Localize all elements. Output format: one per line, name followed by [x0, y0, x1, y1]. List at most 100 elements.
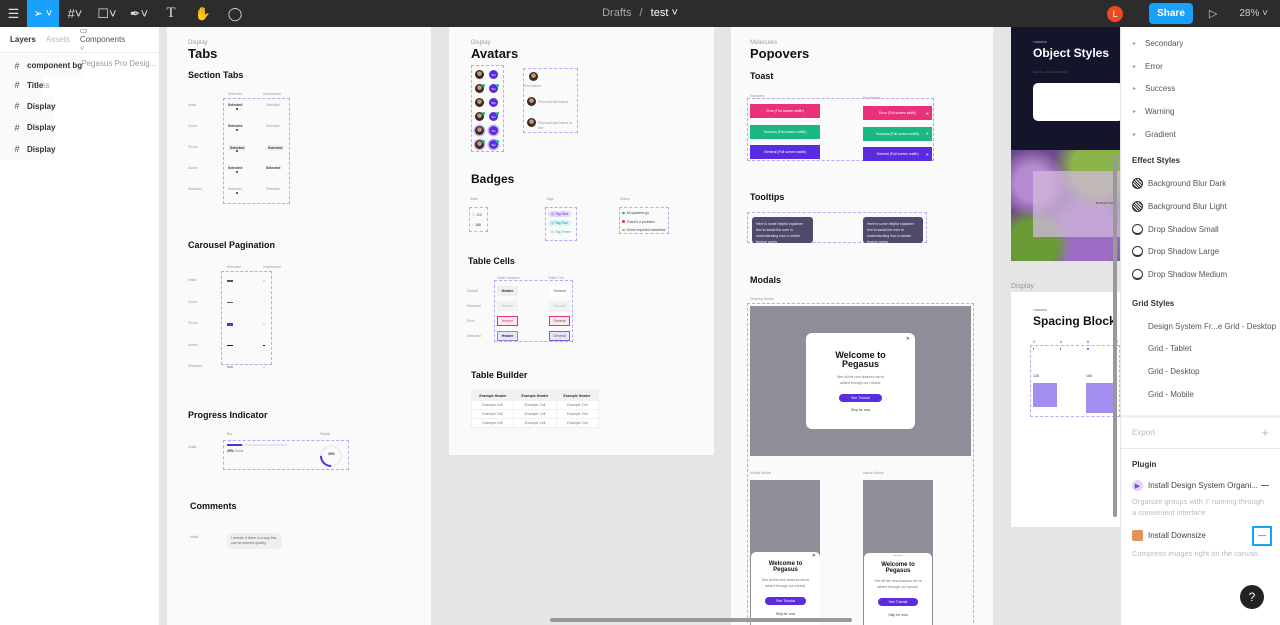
tab-unselected[interactable]: Selected — [266, 124, 280, 128]
table-body-cell[interactable]: General — [549, 331, 570, 341]
effect-style-item[interactable]: Drop Shadow Large — [1121, 241, 1280, 264]
tab-unselected[interactable]: Selected — [266, 187, 280, 191]
canvas[interactable]: Display Tabs Section Tabs Selected Unsel… — [167, 27, 1120, 625]
layer-item[interactable]: # Title — [0, 74, 44, 96]
shape-tool-button[interactable]: ☐˅ — [91, 0, 123, 27]
tab-selected[interactable]: Selected — [228, 124, 242, 128]
color-style-group[interactable]: ▸ Warning — [1121, 100, 1280, 123]
skip-link[interactable]: Skip for now — [751, 612, 820, 616]
carousel-dot-unselected[interactable] — [263, 280, 265, 282]
layer-item[interactable]: # component bg — [0, 55, 83, 77]
see-tutorial-button[interactable]: See Tutorial — [765, 596, 806, 605]
carousel-dot-selected[interactable] — [227, 366, 233, 368]
page-selector[interactable]: ▭ Components ˅ — [80, 26, 149, 53]
zoom-dropdown[interactable]: 28% ˅ — [1239, 8, 1268, 19]
plugin-name[interactable]: Install Design System Organi... — [1148, 481, 1258, 490]
help-button[interactable]: ? — [1240, 585, 1264, 609]
effect-style-item[interactable]: Drop Shadow Small — [1121, 218, 1280, 241]
tab-selected[interactable]: Selected — [228, 103, 242, 107]
color-style-group[interactable]: ▸ Success — [1121, 77, 1280, 100]
table-header-cell[interactable]: Header — [497, 286, 518, 296]
layer-item[interactable]: # Display — [0, 117, 56, 139]
table-cell[interactable]: Example Cell — [513, 410, 555, 418]
table-body-cell[interactable]: General — [549, 316, 570, 326]
tab-unselected[interactable]: Selected — [266, 145, 285, 151]
grid-style-item[interactable]: Grid - Tablet — [1121, 338, 1280, 361]
frame-tool-button[interactable]: #˅ — [59, 0, 91, 27]
color-style-group[interactable]: ▸ Error — [1121, 55, 1280, 78]
table-cell[interactable]: Example Cell — [555, 410, 598, 418]
color-style-group[interactable]: ▸ Gradient — [1121, 123, 1280, 146]
color-style-group[interactable]: ▸ Secondary — [1121, 32, 1280, 55]
carousel-dot-selected[interactable] — [227, 323, 233, 326]
tabs-frame[interactable]: Display Tabs Section Tabs Selected Unsel… — [167, 27, 431, 625]
table-header-cell[interactable]: Header — [497, 331, 518, 341]
table-header-cell[interactable]: Header — [497, 301, 518, 311]
table-body-cell[interactable]: General — [549, 301, 570, 311]
grid-style-item[interactable]: Design System Fr...e Grid - Desktop — [1121, 315, 1280, 338]
close-icon[interactable]: ✕ — [926, 152, 929, 157]
move-tool-button[interactable]: ➢ ˅ — [27, 0, 59, 27]
table-header[interactable]: Example Header — [514, 391, 556, 400]
comment-tool-button[interactable]: ◯ — [219, 0, 251, 27]
close-icon[interactable]: ✕ — [926, 111, 929, 116]
see-tutorial-button[interactable]: See Tutorial — [839, 393, 882, 402]
tab-assets[interactable]: Assets — [46, 35, 70, 44]
main-menu-button[interactable]: ☰ — [0, 0, 27, 27]
skip-link[interactable]: Skip for now — [864, 613, 932, 617]
vertical-scrollbar[interactable] — [1113, 155, 1117, 517]
remove-plugin-button[interactable]: — — [1252, 525, 1272, 546]
grid-style-item[interactable]: Grid - Mobile — [1121, 383, 1280, 406]
add-export-icon[interactable]: + — [1261, 425, 1269, 440]
table-header[interactable]: Example Header — [472, 391, 514, 400]
text-tool-button[interactable]: T — [155, 0, 187, 27]
tab-selected[interactable]: Selected — [228, 166, 242, 170]
horizontal-scrollbar[interactable] — [550, 618, 852, 622]
tab-layers[interactable]: Layers — [10, 35, 36, 44]
carousel-dot-selected[interactable] — [227, 301, 233, 303]
grid-style-item[interactable]: Grid - Desktop — [1121, 360, 1280, 383]
avatars-frame[interactable]: Display Avatars SG SG SG SG SG SG First Name F… — [449, 27, 714, 455]
layer-item[interactable]: # Display — [0, 95, 56, 118]
pen-tool-button[interactable]: ✒˅ — [123, 0, 155, 27]
effect-style-item[interactable]: Background Blur Dark — [1121, 172, 1280, 195]
table-cell[interactable]: Example Cell — [555, 419, 598, 427]
layer-item[interactable]: # Display — [0, 138, 56, 160]
table-cell[interactable]: Example Cell — [472, 401, 513, 409]
drag-handle[interactable] — [893, 555, 903, 556]
drafts-link[interactable]: Drafts — [602, 7, 631, 19]
table-cell[interactable]: Example Cell — [513, 419, 555, 427]
see-tutorial-button[interactable]: See Tutorial — [877, 597, 919, 606]
table-cell[interactable]: Example Cell — [472, 410, 513, 418]
carousel-dot-unselected[interactable] — [263, 366, 265, 368]
popovers-frame[interactable]: Molecules Popovers Toast Standard Dismis… — [731, 27, 993, 625]
table-cell[interactable]: Example Cell — [555, 401, 598, 409]
user-avatar[interactable]: L — [1107, 5, 1124, 22]
effect-style-item[interactable]: Background Blur Light — [1121, 195, 1280, 218]
tab-unselected[interactable]: Selected — [266, 166, 280, 170]
table-header-cell[interactable]: Header — [497, 316, 518, 326]
table-cell[interactable]: Example Cell — [513, 401, 555, 409]
skip-link[interactable]: Skip for now — [806, 408, 915, 412]
spacing-block-frame[interactable]: THEMING Spacing Block 24812 128 160 — [1011, 292, 1120, 527]
remove-plugin-button[interactable]: — — [1261, 481, 1269, 490]
table-cell[interactable]: Example Cell — [472, 419, 513, 427]
carousel-dot-unselected[interactable] — [263, 301, 265, 303]
tab-selected[interactable]: Selected — [228, 187, 242, 191]
share-button[interactable]: Share — [1149, 3, 1193, 24]
carousel-dot-selected[interactable] — [227, 280, 233, 282]
file-name[interactable]: test — [651, 7, 669, 19]
hand-tool-button[interactable]: ✋ — [187, 0, 219, 27]
close-icon[interactable]: ✕ — [926, 131, 929, 136]
carousel-dot-unselected[interactable] — [263, 344, 265, 346]
present-button[interactable]: ▷ — [1209, 7, 1217, 20]
table-header[interactable]: Example Header — [556, 391, 598, 400]
tab-unselected[interactable]: Selected — [266, 103, 280, 107]
table-body-cell[interactable]: General — [549, 286, 570, 296]
plugin-name[interactable]: Install Downsize — [1148, 531, 1206, 540]
carousel-dot-selected[interactable] — [227, 344, 233, 346]
close-icon[interactable]: ✕ — [906, 336, 910, 342]
effect-style-item[interactable]: Drop Shadow Medium — [1121, 263, 1280, 286]
close-icon[interactable]: ✕ — [812, 553, 816, 559]
object-styles-frame[interactable]: THEMING Object Styles CARD LARGE RADIUS — [1011, 27, 1120, 150]
